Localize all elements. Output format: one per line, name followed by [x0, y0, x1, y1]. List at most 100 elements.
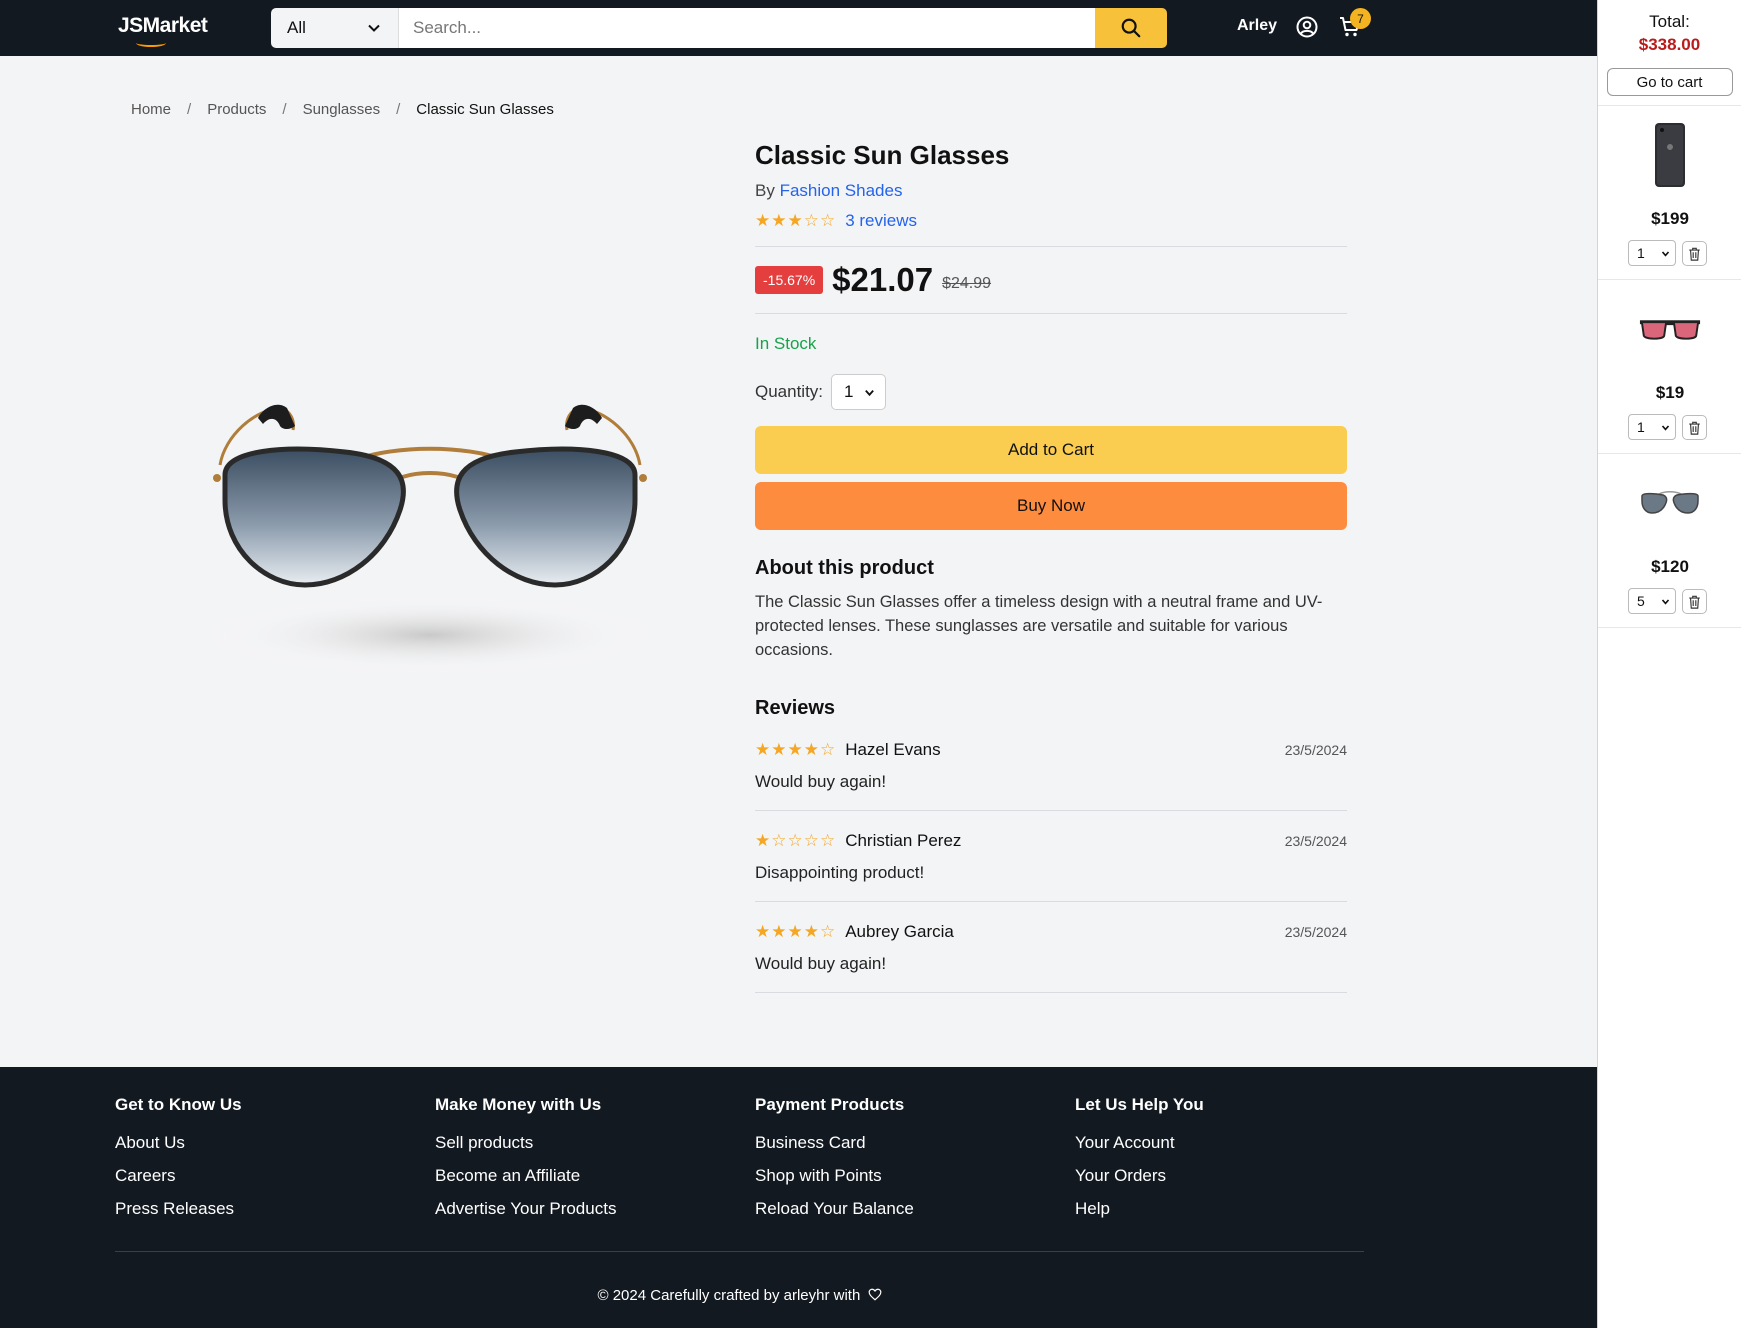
- side-item-qty: 5: [1637, 593, 1645, 609]
- brand-link[interactable]: Fashion Shades: [780, 181, 903, 200]
- search-input[interactable]: [399, 8, 1095, 48]
- side-item-qty-select[interactable]: 1: [1628, 240, 1676, 266]
- side-item-price: $120: [1651, 557, 1689, 576]
- footer-column: Let Us Help You Your Account Your Orders…: [1075, 1095, 1204, 1232]
- divider: [755, 313, 1347, 314]
- red-sunglasses-icon[interactable]: [1638, 294, 1702, 364]
- product-rating: ★★★☆☆ 3 reviews: [755, 211, 1347, 231]
- by-label: By: [755, 181, 775, 200]
- review-stars: ★★★★☆: [755, 922, 837, 941]
- review-item: ★★★★☆ Aubrey Garcia 23/5/2024 Would buy …: [755, 902, 1347, 993]
- category-select[interactable]: All: [271, 8, 399, 48]
- product-image: [195, 390, 665, 680]
- footer-link[interactable]: Become an Affiliate: [435, 1166, 616, 1186]
- side-item-qty: 1: [1637, 419, 1645, 435]
- footer-link[interactable]: About Us: [115, 1133, 242, 1153]
- side-cart-item: $120 5: [1598, 454, 1741, 628]
- chevron-down-icon: [1661, 250, 1670, 257]
- about-text: The Classic Sun Glasses offer a timeless…: [755, 593, 1323, 659]
- buy-now-button[interactable]: Buy Now: [755, 482, 1347, 530]
- trash-icon[interactable]: [1682, 241, 1707, 266]
- top-nav: JSMarket All Arley 7: [0, 0, 1597, 56]
- footer-link[interactable]: Reload Your Balance: [755, 1199, 914, 1219]
- review-stars: ★☆☆☆☆: [755, 831, 837, 850]
- product-title: Classic Sun Glasses: [755, 140, 1010, 170]
- product-brand-line: By Fashion Shades: [755, 181, 1347, 201]
- review-header: ★★★★☆ Hazel Evans 23/5/2024: [755, 740, 1347, 760]
- breadcrumb-current: Classic Sun Glasses: [416, 101, 554, 118]
- side-cart: Total: $338.00 Go to cart $199 1 $19 1 $…: [1597, 0, 1741, 1328]
- search-icon: [1121, 18, 1141, 38]
- review-author: Aubrey Garcia: [845, 922, 954, 941]
- price: $21.07: [832, 261, 934, 298]
- breadcrumb-separator: /: [396, 101, 401, 118]
- breadcrumb-home[interactable]: Home: [131, 101, 171, 118]
- footer-column-title: Make Money with Us: [435, 1095, 602, 1114]
- footer-column-title: Get to Know Us: [115, 1095, 242, 1114]
- user-icon[interactable]: [1295, 15, 1319, 44]
- cart-total-label: Total:: [1649, 12, 1690, 31]
- review-header: ★☆☆☆☆ Christian Perez 23/5/2024: [755, 831, 1347, 851]
- review-item: ★☆☆☆☆ Christian Perez 23/5/2024 Disappoi…: [755, 811, 1347, 902]
- trash-icon[interactable]: [1682, 589, 1707, 614]
- reviews-title: Reviews: [755, 697, 836, 719]
- phone-icon[interactable]: [1638, 120, 1702, 190]
- footer-divider: [115, 1251, 1364, 1252]
- side-item-price: $199: [1651, 209, 1689, 228]
- footer-column: Payment Products Business Card Shop with…: [755, 1095, 914, 1232]
- footer-link[interactable]: Sell products: [435, 1133, 616, 1153]
- reviews-link[interactable]: 3 reviews: [845, 211, 917, 231]
- stock-status: In Stock: [755, 334, 817, 353]
- breadcrumb-sunglasses[interactable]: Sunglasses: [303, 101, 381, 118]
- about-title: About this product: [755, 557, 934, 579]
- footer-link[interactable]: Careers: [115, 1166, 242, 1186]
- review-header: ★★★★☆ Aubrey Garcia 23/5/2024: [755, 922, 1347, 942]
- trash-icon[interactable]: [1682, 415, 1707, 440]
- quantity-select[interactable]: 1: [831, 374, 887, 410]
- footer-link[interactable]: Help: [1075, 1199, 1204, 1219]
- aviator-sunglasses-icon[interactable]: [1638, 468, 1702, 538]
- go-to-cart-button[interactable]: Go to cart: [1606, 68, 1733, 96]
- breadcrumb-separator: /: [187, 101, 192, 118]
- rating-stars: ★★★☆☆: [755, 211, 837, 230]
- footer-link[interactable]: Your Orders: [1075, 1166, 1204, 1186]
- footer-link[interactable]: Business Card: [755, 1133, 914, 1153]
- breadcrumb-products[interactable]: Products: [207, 101, 266, 118]
- logo[interactable]: JSMarket: [118, 14, 208, 47]
- reviews-list: ★★★★☆ Hazel Evans 23/5/2024 Would buy ag…: [755, 720, 1347, 993]
- logo-smile: [136, 39, 166, 47]
- search-button[interactable]: [1095, 8, 1167, 48]
- footer-link[interactable]: Shop with Points: [755, 1166, 914, 1186]
- price-row: -15.67% $21.07 $24.99: [755, 247, 1347, 313]
- review-stars: ★★★★☆: [755, 740, 837, 759]
- footer-column: Get to Know Us About Us Careers Press Re…: [115, 1095, 242, 1232]
- side-cart-item: $199 1: [1598, 106, 1741, 280]
- side-item-qty-select[interactable]: 5: [1628, 588, 1676, 614]
- review-text: Disappointing product!: [755, 863, 925, 882]
- review-item: ★★★★☆ Hazel Evans 23/5/2024 Would buy ag…: [755, 720, 1347, 811]
- search-bar: All: [271, 8, 1167, 48]
- quantity-label: Quantity:: [755, 382, 824, 401]
- user-name[interactable]: Arley: [1237, 17, 1277, 35]
- footer-column-title: Payment Products: [755, 1095, 905, 1114]
- discount-badge: -15.67%: [755, 266, 824, 294]
- quantity-row: Quantity: 1: [755, 374, 1347, 410]
- footer-column: Make Money with Us Sell products Become …: [435, 1095, 616, 1232]
- copyright-text: © 2024 Carefully crafted by arleyhr with: [597, 1287, 861, 1304]
- review-date: 23/5/2024: [1284, 924, 1347, 940]
- logo-text: JSMarket: [118, 14, 208, 37]
- side-item-qty: 1: [1637, 245, 1645, 261]
- cart-count-badge: 7: [1350, 8, 1371, 29]
- add-to-cart-button[interactable]: Add to Cart: [755, 426, 1347, 474]
- side-item-qty-select[interactable]: 1: [1628, 414, 1676, 440]
- footer-column-title: Let Us Help You: [1075, 1095, 1204, 1114]
- footer-link[interactable]: Press Releases: [115, 1199, 242, 1219]
- side-item-price: $19: [1655, 383, 1685, 402]
- footer-link[interactable]: Advertise Your Products: [435, 1199, 616, 1219]
- breadcrumb-separator: /: [282, 101, 287, 118]
- review-text: Would buy again!: [755, 772, 887, 791]
- chevron-down-icon: [1661, 424, 1670, 431]
- footer-link[interactable]: Your Account: [1075, 1133, 1204, 1153]
- category-value: All: [287, 18, 306, 37]
- heart-icon: [868, 1288, 881, 1301]
